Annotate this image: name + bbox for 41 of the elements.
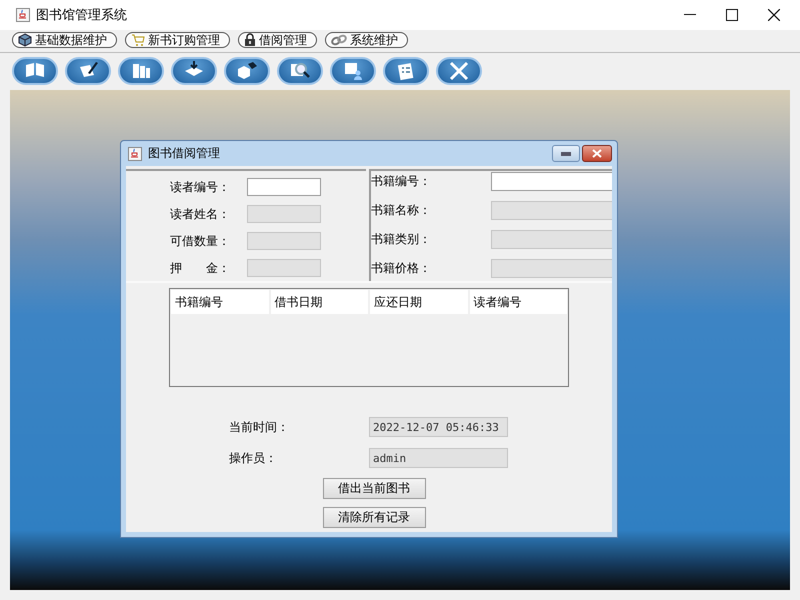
menu-button[interactable]: 借阅管理 [238, 32, 317, 48]
maximize-icon[interactable] [726, 9, 738, 21]
close-button[interactable] [582, 145, 612, 162]
field-label: 押 金： [170, 260, 231, 276]
cart-icon [131, 33, 145, 47]
field-label: 书籍编号： [371, 173, 432, 190]
field-label: 书籍类别： [371, 231, 432, 248]
action-button[interactable]: 借出当前图书 [322, 478, 426, 499]
toolbar-button[interactable] [171, 57, 217, 85]
column-header[interactable]: 借书日期 [270, 290, 368, 314]
chain-icon [331, 33, 347, 47]
toolbar-button[interactable] [65, 57, 111, 85]
field-label: 操作员： [229, 450, 278, 466]
field-label: 读者编号： [170, 178, 231, 196]
column-header[interactable]: 应还日期 [370, 290, 468, 314]
field-label: 可借数量： [170, 232, 231, 250]
toolbar-button[interactable] [224, 57, 270, 85]
minimize-button[interactable] [552, 145, 580, 162]
menu-button[interactable]: 新书订购管理 [125, 32, 230, 48]
column-header[interactable]: 读者编号 [470, 290, 567, 314]
window-title: 图书馆管理系统 [36, 7, 127, 24]
text-field[interactable] [247, 178, 321, 196]
minimize-icon[interactable] [684, 14, 696, 16]
field-label: 读者姓名： [170, 206, 231, 222]
close-icon [592, 149, 602, 158]
field-label: 当前时间： [229, 418, 290, 436]
text-field[interactable] [491, 172, 612, 191]
dialog-title: 图书借阅管理 [148, 145, 220, 162]
field-label: 书籍价格： [371, 260, 432, 277]
crossed-tools-icon [447, 59, 471, 83]
menu-button[interactable]: 基础数据维护 [12, 32, 117, 48]
field-label: 书籍名称： [371, 202, 432, 219]
cube-icon [18, 33, 32, 47]
menu-button[interactable]: 系统维护 [325, 32, 408, 48]
lock-icon [244, 33, 256, 47]
java-cup-icon [16, 8, 30, 22]
action-button[interactable]: 清除所有记录 [322, 507, 426, 528]
column-header[interactable]: 书籍编号 [171, 290, 268, 314]
minimize-icon [561, 152, 571, 156]
close-icon[interactable] [768, 9, 780, 21]
java-cup-icon [128, 146, 142, 160]
